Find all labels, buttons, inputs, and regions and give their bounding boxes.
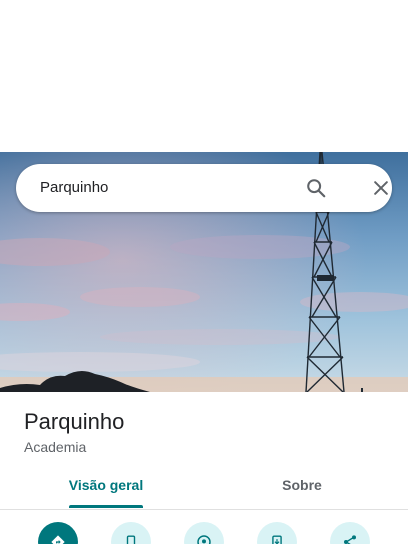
- directions-icon: [51, 535, 65, 544]
- call-button[interactable]: [111, 522, 151, 544]
- tab-about[interactable]: Sobre: [262, 470, 342, 508]
- search-input[interactable]: Parquinho: [40, 164, 108, 212]
- tab-overview[interactable]: Visão geral: [66, 470, 146, 508]
- search-icon: [307, 179, 326, 198]
- share-button[interactable]: [330, 522, 370, 544]
- search-bar[interactable]: Parquinho: [16, 164, 392, 212]
- place-tabs: Visão geral Sobre: [0, 470, 408, 510]
- action-buttons-row: [0, 522, 408, 544]
- active-tab-indicator: [69, 505, 143, 508]
- close-icon: [374, 181, 388, 195]
- phone-icon: [126, 535, 136, 544]
- place-category: Academia: [24, 439, 87, 455]
- nearby-button[interactable]: [184, 522, 224, 544]
- share-icon: [344, 535, 356, 544]
- map-area-blank: [0, 0, 408, 152]
- directions-button[interactable]: [38, 522, 78, 544]
- place-header: Parquinho Academia: [24, 408, 124, 457]
- search-button[interactable]: [302, 174, 330, 202]
- send-to-phone-icon: [272, 535, 282, 544]
- close-search-button[interactable]: [367, 174, 395, 202]
- place-title: Parquinho: [24, 409, 125, 434]
- send-to-phone-button[interactable]: [257, 522, 297, 544]
- nearby-icon: [197, 535, 211, 544]
